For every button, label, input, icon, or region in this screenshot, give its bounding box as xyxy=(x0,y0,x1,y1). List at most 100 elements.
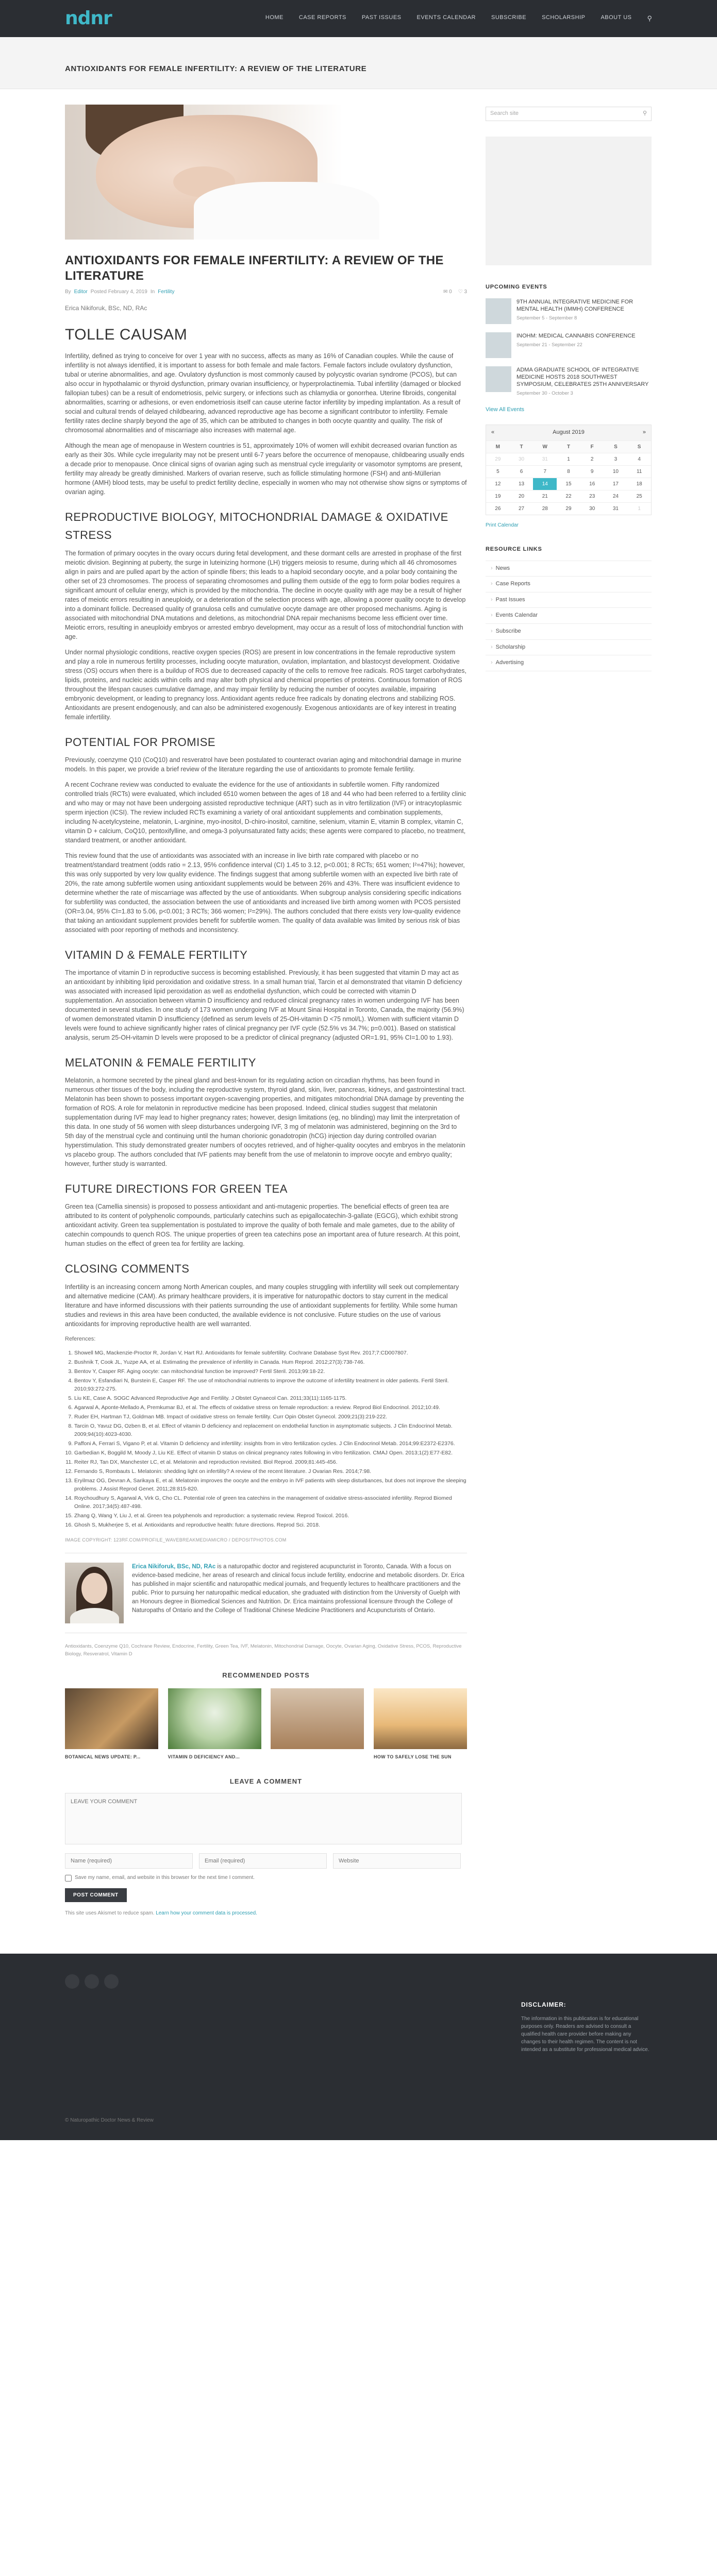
recommended-thumb[interactable] xyxy=(168,1688,261,1750)
resource-link-label[interactable]: Events Calendar xyxy=(496,611,538,620)
calendar-day[interactable]: 10 xyxy=(604,465,628,478)
calendar-day[interactable]: 20 xyxy=(509,489,533,502)
calendar-day[interactable]: 2 xyxy=(580,452,604,465)
calendar-day[interactable]: 4 xyxy=(627,452,651,465)
save-info-checkbox[interactable] xyxy=(65,1874,72,1882)
calendar-day[interactable]: 11 xyxy=(627,465,651,478)
resource-link-label[interactable]: News xyxy=(496,564,510,573)
event-thumb[interactable] xyxy=(486,366,511,392)
calendar-day[interactable]: 31 xyxy=(533,452,557,465)
print-calendar-link[interactable]: Print Calendar xyxy=(486,521,652,530)
recommended-label[interactable]: HOW TO SAFELY LOSE THE SUN xyxy=(374,1753,467,1760)
nav-scholarship[interactable]: SCHOLARSHIP xyxy=(542,13,585,24)
recommended-thumb[interactable] xyxy=(373,1688,467,1750)
recommended-card[interactable]: HOW TO SAFELY LOSE THE SUN xyxy=(373,1688,467,1760)
post-comment-button[interactable]: POST COMMENT xyxy=(65,1888,127,1903)
resource-link[interactable]: › Advertising xyxy=(486,655,652,671)
calendar-day[interactable]: 31 xyxy=(604,502,628,515)
resource-link[interactable]: › News xyxy=(486,561,652,577)
calendar-day[interactable]: 12 xyxy=(486,477,510,490)
calendar-day[interactable]: 19 xyxy=(486,489,510,502)
calendar-day[interactable]: 9 xyxy=(580,465,604,478)
event-item[interactable]: 9TH ANNUAL INTEGRATIVE MEDICINE FOR MENT… xyxy=(486,298,652,324)
resource-link-label[interactable]: Case Reports xyxy=(496,580,530,589)
event-item[interactable]: ADMA GRADUATE SCHOOL OF INTEGRATIVE MEDI… xyxy=(486,366,652,397)
recommended-card[interactable]: BOTANICAL NEWS UPDATE: P... xyxy=(65,1688,158,1760)
twitter-icon[interactable] xyxy=(85,1974,99,1989)
website-field[interactable] xyxy=(333,1853,461,1869)
calendar-next-button[interactable]: » xyxy=(643,428,646,437)
comment-counter[interactable]: ✉ 0 xyxy=(443,288,452,296)
event-item[interactable]: INOHM: MEDICAL CANNABIS CONFERENCE Septem… xyxy=(486,332,652,358)
calendar-day[interactable]: 7 xyxy=(533,465,557,478)
calendar-day[interactable]: 8 xyxy=(557,465,580,478)
comment-textarea[interactable] xyxy=(65,1793,462,1845)
nav-about-us[interactable]: ABOUT US xyxy=(601,13,631,24)
resource-link[interactable]: › Past Issues xyxy=(486,592,652,608)
calendar-day[interactable]: 1 xyxy=(557,452,580,465)
name-field[interactable] xyxy=(65,1853,193,1869)
calendar-day[interactable]: 6 xyxy=(509,465,533,478)
calendar-day[interactable]: 23 xyxy=(580,489,604,502)
calendar-day[interactable]: 1 xyxy=(627,502,651,515)
nav-case-reports[interactable]: CASE REPORTS xyxy=(299,13,346,24)
calendar-day[interactable]: 28 xyxy=(533,502,557,515)
email-field[interactable] xyxy=(199,1853,327,1869)
calendar-day[interactable]: 21 xyxy=(533,489,557,502)
meta-category-link[interactable]: Fertility xyxy=(158,288,174,296)
meta-author-link[interactable]: Editor xyxy=(74,288,88,296)
search-icon[interactable]: ⚲ xyxy=(647,13,652,24)
resource-link-label[interactable]: Subscribe xyxy=(496,627,521,636)
recommended-card[interactable] xyxy=(271,1688,364,1760)
nav-events-calendar[interactable]: EVENTS CALENDAR xyxy=(417,13,476,24)
event-title[interactable]: 9TH ANNUAL INTEGRATIVE MEDICINE FOR MENT… xyxy=(516,298,652,313)
like-counter[interactable]: ♡ 3 xyxy=(458,288,467,296)
akismet-link[interactable]: Learn how your comment data is processed… xyxy=(156,1910,257,1916)
event-title[interactable]: ADMA GRADUATE SCHOOL OF INTEGRATIVE MEDI… xyxy=(516,366,652,388)
resource-link-label[interactable]: Past Issues xyxy=(496,596,525,605)
resource-link-label[interactable]: Advertising xyxy=(496,658,524,668)
recommended-label[interactable]: BOTANICAL NEWS UPDATE: P... xyxy=(65,1753,158,1760)
calendar-prev-button[interactable]: « xyxy=(491,428,494,437)
nav-subscribe[interactable]: SUBSCRIBE xyxy=(491,13,526,24)
calendar-day[interactable]: 22 xyxy=(557,489,580,502)
save-info-row[interactable]: Save my name, email, and website in this… xyxy=(65,1874,467,1882)
calendar-day[interactable]: 30 xyxy=(580,502,604,515)
calendar-day[interactable]: 18 xyxy=(627,477,651,490)
resource-link[interactable]: › Events Calendar xyxy=(486,608,652,624)
site-logo[interactable]: ndnr xyxy=(65,4,168,33)
event-title[interactable]: INOHM: MEDICAL CANNABIS CONFERENCE xyxy=(516,332,636,340)
sidebar-search-input[interactable]: Search site xyxy=(490,109,519,118)
sidebar-search[interactable]: Search site ⚲ xyxy=(486,107,652,121)
calendar-day[interactable]: 16 xyxy=(580,477,604,490)
view-all-events-link[interactable]: View All Events xyxy=(486,405,652,415)
search-icon[interactable]: ⚲ xyxy=(643,109,647,118)
calendar-day[interactable]: 24 xyxy=(604,489,628,502)
calendar-day[interactable]: 5 xyxy=(486,465,510,478)
calendar-day[interactable]: 3 xyxy=(604,452,628,465)
facebook-icon[interactable] xyxy=(65,1974,79,1989)
tag-list[interactable]: Antioxidants, Coenzyme Q10, Cochrane Rev… xyxy=(65,1642,467,1658)
resource-link-label[interactable]: Scholarship xyxy=(496,643,525,652)
resource-link[interactable]: › Scholarship xyxy=(486,640,652,656)
nav-past-issues[interactable]: PAST ISSUES xyxy=(362,13,402,24)
calendar-day[interactable]: 25 xyxy=(627,489,651,502)
recommended-thumb[interactable] xyxy=(271,1688,364,1750)
nav-home[interactable]: HOME xyxy=(265,13,284,24)
event-thumb[interactable] xyxy=(486,332,511,358)
calendar-day[interactable]: 29 xyxy=(486,452,510,465)
calendar-day[interactable]: 30 xyxy=(509,452,533,465)
calendar-day[interactable]: 26 xyxy=(486,502,510,515)
event-thumb[interactable] xyxy=(486,298,511,324)
calendar-day[interactable]: 14 xyxy=(533,477,557,490)
author-name-link[interactable]: Erica Nikiforuk, BSc, ND, RAc xyxy=(132,1564,215,1570)
recommended-thumb[interactable] xyxy=(65,1688,158,1750)
calendar-day[interactable]: 29 xyxy=(557,502,580,515)
resource-link[interactable]: › Subscribe xyxy=(486,624,652,640)
calendar-day[interactable]: 15 xyxy=(557,477,580,490)
resource-link[interactable]: › Case Reports xyxy=(486,577,652,592)
linkedin-icon[interactable] xyxy=(104,1974,119,1989)
calendar-day[interactable]: 27 xyxy=(509,502,533,515)
calendar-day[interactable]: 13 xyxy=(509,477,533,490)
recommended-card[interactable]: VITAMIN D DEFICIENCY AND... xyxy=(168,1688,261,1760)
